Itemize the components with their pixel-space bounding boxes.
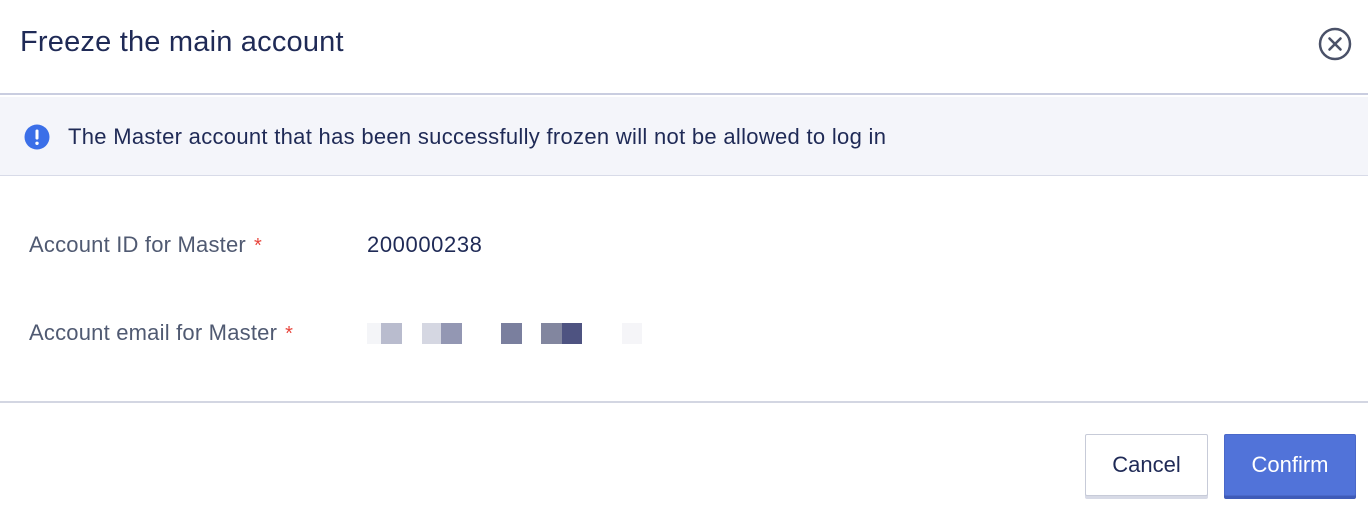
required-mark: * <box>253 235 262 257</box>
account-email-redacted-value <box>367 323 647 344</box>
account-email-label-text: Account email for Master <box>29 320 278 345</box>
account-id-label-text: Account ID for Master <box>29 232 246 257</box>
exclamation-circle-icon <box>24 124 50 150</box>
account-id-row: Account ID for Master * 200000238 <box>0 226 1368 266</box>
dialog-footer: Cancel Confirm <box>0 401 1368 512</box>
close-icon[interactable] <box>1318 27 1352 61</box>
dialog-title: Freeze the main account <box>20 26 344 58</box>
required-mark: * <box>285 323 294 345</box>
cancel-button[interactable]: Cancel <box>1085 434 1208 496</box>
account-id-value: 200000238 <box>367 232 483 257</box>
freeze-account-dialog: Freeze the main account The Master accou… <box>0 0 1368 512</box>
account-id-label: Account ID for Master * <box>29 232 262 258</box>
info-notice: The Master account that has been success… <box>0 97 1368 176</box>
dialog-header: Freeze the main account <box>0 0 1368 95</box>
account-email-label: Account email for Master * <box>29 320 293 346</box>
confirm-button[interactable]: Confirm <box>1224 434 1356 496</box>
account-email-row: Account email for Master * <box>0 314 1368 354</box>
notice-text: The Master account that has been success… <box>68 124 887 149</box>
